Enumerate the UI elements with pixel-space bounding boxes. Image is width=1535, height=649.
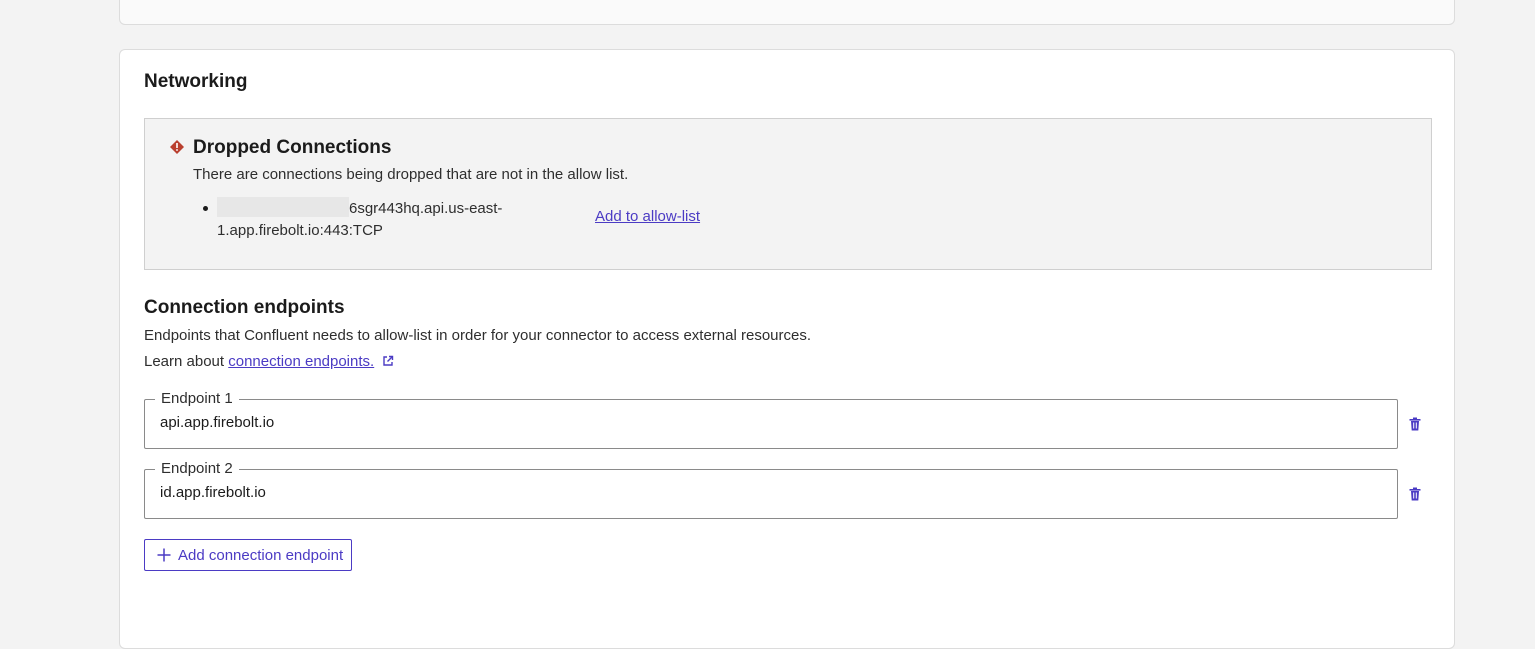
endpoint-field-1[interactable]: Endpoint 1 <box>144 390 1398 449</box>
learn-prefix: Learn about <box>144 353 225 370</box>
add-connection-endpoint-button[interactable]: Add connection endpoint <box>144 539 352 571</box>
diamond-error-icon <box>170 140 184 154</box>
redacted-block <box>217 197 349 217</box>
connection-endpoints-title: Connection endpoints <box>144 297 345 318</box>
section-title: Networking <box>144 71 248 92</box>
connection-endpoints-link[interactable]: connection endpoints. <box>228 353 374 370</box>
alert-description: There are connections being dropped that… <box>193 166 629 183</box>
previous-section-card <box>119 0 1455 25</box>
dropped-host: 6sgr443hq.api.us-east-1.app.firebolt.io:… <box>217 197 517 242</box>
plus-icon <box>157 548 171 562</box>
networking-card: Networking Dropped Connections There are… <box>119 49 1455 649</box>
endpoint-field-2[interactable]: Endpoint 2 <box>144 460 1398 519</box>
external-link-icon[interactable] <box>382 355 394 367</box>
dropped-connections-alert: Dropped Connections There are connection… <box>144 118 1432 270</box>
endpoint-label: Endpoint 2 <box>155 460 239 477</box>
list-item: 6sgr443hq.api.us-east-1.app.firebolt.io:… <box>203 197 700 242</box>
bullet <box>203 206 208 211</box>
add-button-label: Add connection endpoint <box>178 546 344 564</box>
connection-endpoints-description: Endpoints that Confluent needs to allow-… <box>144 327 812 344</box>
endpoint-input[interactable] <box>160 484 1360 501</box>
trash-icon[interactable] <box>1407 486 1423 502</box>
trash-icon[interactable] <box>1407 416 1423 432</box>
learn-about: Learn about connection endpoints. <box>144 353 394 370</box>
dropped-connections-list: 6sgr443hq.api.us-east-1.app.firebolt.io:… <box>203 197 700 242</box>
alert-title: Dropped Connections <box>193 137 392 158</box>
add-to-allow-list-link[interactable]: Add to allow-list <box>595 208 700 225</box>
endpoint-label: Endpoint 1 <box>155 390 239 407</box>
endpoint-input[interactable] <box>160 414 1360 431</box>
